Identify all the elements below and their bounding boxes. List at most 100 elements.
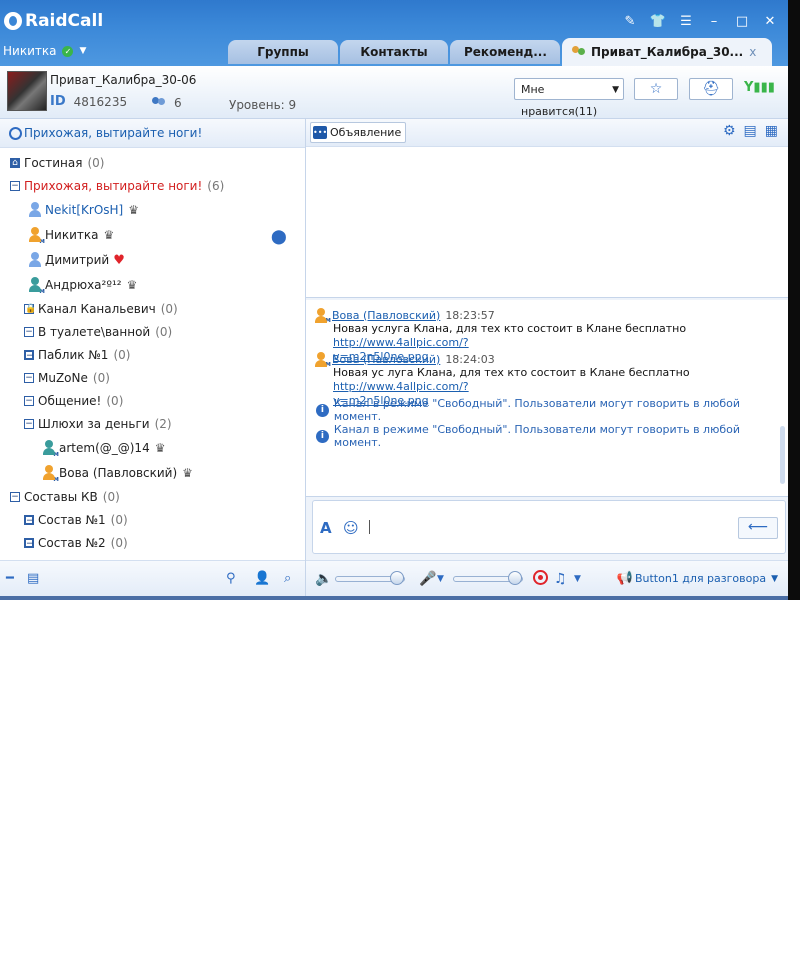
font-icon[interactable]: A	[320, 519, 332, 537]
app-name: RaidCall	[25, 11, 104, 31]
collapse-all-icon[interactable]: ━	[6, 571, 14, 586]
tab-close-icon[interactable]: x	[749, 38, 756, 66]
collapse-icon[interactable]: −	[24, 327, 34, 337]
rank-badge-icon: ♛	[128, 203, 139, 217]
tree-room[interactable]: − Состав №1 (0)	[24, 509, 128, 531]
message-link[interactable]: http://www.4allpic.com/?	[333, 336, 469, 349]
chevron-down-icon[interactable]: ▼	[79, 46, 86, 56]
tree-room[interactable]: − Прихожая, вытирайте ноги! (6)	[10, 175, 224, 197]
announcement-button[interactable]: ••• Объявление	[310, 122, 407, 143]
room-count: (0)	[110, 513, 128, 527]
collapse-icon[interactable]: −	[24, 373, 34, 383]
chat-mode-icon[interactable]: ⚙	[723, 123, 736, 139]
user-status[interactable]: Никитка ✓ ▼	[3, 44, 86, 58]
collapse-icon[interactable]: −	[24, 396, 34, 406]
tab-contacts[interactable]: Контакты	[340, 40, 448, 64]
speaker-volume-slider[interactable]	[335, 571, 405, 585]
maximize-icon[interactable]: □	[732, 13, 752, 31]
room-count: (0)	[160, 302, 178, 316]
tab-recommended[interactable]: Рекоменд...	[450, 40, 560, 64]
tree-room[interactable]: 🔒 Канал Канальевич (0)	[24, 298, 178, 320]
message-author[interactable]: Вова (Павловский)	[332, 353, 440, 366]
voice-mode-selector[interactable]: 📢 Button1 для разговора ▼	[617, 571, 778, 586]
tree-room[interactable]: − В туалете\ванной (0)	[24, 321, 172, 343]
message-author[interactable]: Вова (Павловский)	[332, 309, 440, 322]
rank-badge-icon: ♛	[154, 441, 166, 455]
id-label: ID	[50, 94, 66, 109]
like-button[interactable]: Мне нравится(11) ▼	[514, 78, 624, 118]
user-icon[interactable]: 👤	[254, 571, 270, 586]
raidcall-logo-icon	[4, 12, 22, 30]
chat-scrollbar[interactable]	[780, 426, 785, 484]
tree-user[interactable]: м Вова (Павловский) ♛	[42, 462, 193, 484]
title-bar: RaidCall Никитка ✓ ▼ ✎ 👕 ☰ – □ ✕ Группы …	[0, 0, 788, 66]
tree-user[interactable]: м Никитка ♛	[28, 224, 114, 246]
user-icon: м	[314, 352, 331, 368]
message-input[interactable]: A ☺ ⟵	[312, 500, 786, 554]
collapse-icon[interactable]: −	[24, 419, 34, 429]
send-button[interactable]: ⟵	[738, 517, 778, 539]
mic-volume-knob[interactable]	[508, 571, 522, 585]
chevron-down-icon[interactable]: ▼	[437, 574, 444, 584]
chat-toolbar: ••• Объявление ⚙ ▤ ▦	[306, 119, 788, 147]
like-label: Мне нравится(11)	[521, 83, 598, 118]
user-icon: м	[42, 440, 59, 458]
skin-icon[interactable]: 👕	[648, 13, 668, 31]
collapse-icon[interactable]: −	[10, 181, 20, 191]
tree-user[interactable]: Димитрий ♥	[28, 249, 125, 271]
contact-card-icon[interactable]: ▤	[27, 571, 39, 586]
tree-room[interactable]: − Состав №2 (0)	[24, 532, 128, 554]
menu-icon[interactable]: ☰	[676, 13, 696, 31]
tab-groups[interactable]: Группы	[228, 40, 338, 64]
tree-room[interactable]: − MuZoNe (0)	[24, 367, 110, 389]
chevron-down-icon[interactable]: ▼	[574, 574, 581, 584]
tree-user[interactable]: Nekit[KrOsH] ♛	[28, 199, 139, 221]
channel-name: Приват_Калибра_30-06	[50, 73, 197, 87]
system-message-text: Канал в режиме "Свободный". Пользователи…	[333, 423, 740, 449]
music-icon[interactable]: ♫	[554, 571, 567, 587]
raidcall-window: RaidCall Никитка ✓ ▼ ✎ 👕 ☰ – □ ✕ Группы …	[0, 0, 789, 598]
user-label: Димитрий	[45, 253, 110, 267]
emoticon-icon[interactable]: ☺	[343, 519, 359, 537]
edit-icon[interactable]: ✎	[620, 13, 640, 31]
collapse-icon[interactable]: −	[10, 492, 20, 502]
location-icon[interactable]: ⚲	[226, 571, 236, 586]
system-message: i Канал в режиме "Свободный". Пользовате…	[316, 423, 788, 449]
tab-channel-label: Приват_Калибра_30...	[591, 45, 744, 59]
room-label: MuZoNe	[38, 371, 88, 385]
channel-manage-button[interactable]: ⛑	[689, 78, 733, 100]
tree-room[interactable]: − Шлюхи за деньги (2)	[24, 413, 172, 435]
speaker-volume-knob[interactable]	[390, 571, 404, 585]
user-label: artem(@_@)14	[59, 441, 150, 455]
room-count: (2)	[154, 417, 172, 431]
location-pin-icon[interactable]: ⬤	[271, 229, 287, 245]
message-link[interactable]: http://www.4allpic.com/?	[333, 380, 469, 393]
room-label: Состав №2	[38, 536, 106, 550]
chevron-down-icon: ▼	[771, 573, 778, 584]
current-room-name[interactable]: Прихожая, вытирайте ноги!	[24, 126, 202, 140]
tree-room[interactable]: − Общение! (0)	[24, 390, 123, 412]
user-icon	[28, 202, 42, 218]
tree-user[interactable]: м Андрюха²º¹² ♛	[28, 274, 137, 296]
list-icon[interactable]: ▤	[744, 123, 757, 139]
tree-room[interactable]: ⌂ Гостиная (0)	[10, 152, 104, 174]
channel-tree-panel: Прихожая, вытирайте ноги! ⚲▾ ⌂ Гостиная (0…	[0, 119, 321, 597]
search-icon[interactable]: ⌕	[284, 571, 291, 586]
notes-icon[interactable]: ▦	[765, 123, 778, 139]
user-icon	[28, 252, 42, 268]
speaker-icon[interactable]: 🔈	[315, 571, 332, 587]
mic-volume-slider[interactable]	[453, 571, 523, 585]
record-icon[interactable]	[533, 570, 548, 585]
heart-icon: ♥	[113, 252, 125, 268]
microphone-icon[interactable]: 🎤	[419, 571, 436, 587]
favorite-button[interactable]: ☆	[634, 78, 678, 100]
tree-user[interactable]: м artem(@_@)14 ♛	[42, 437, 165, 459]
tree-room[interactable]: − Паблик №1 (0)	[24, 344, 130, 366]
tree-room[interactable]: − Составы КВ (0)	[10, 486, 120, 508]
tab-channel[interactable]: Приват_Калибра_30... x	[562, 38, 772, 66]
close-icon[interactable]: ✕	[760, 13, 780, 31]
minimize-icon[interactable]: –	[704, 13, 724, 31]
channel-avatar[interactable]	[7, 71, 47, 111]
room-count: (0)	[87, 156, 105, 170]
rank-badge-icon: ♛	[126, 278, 138, 292]
